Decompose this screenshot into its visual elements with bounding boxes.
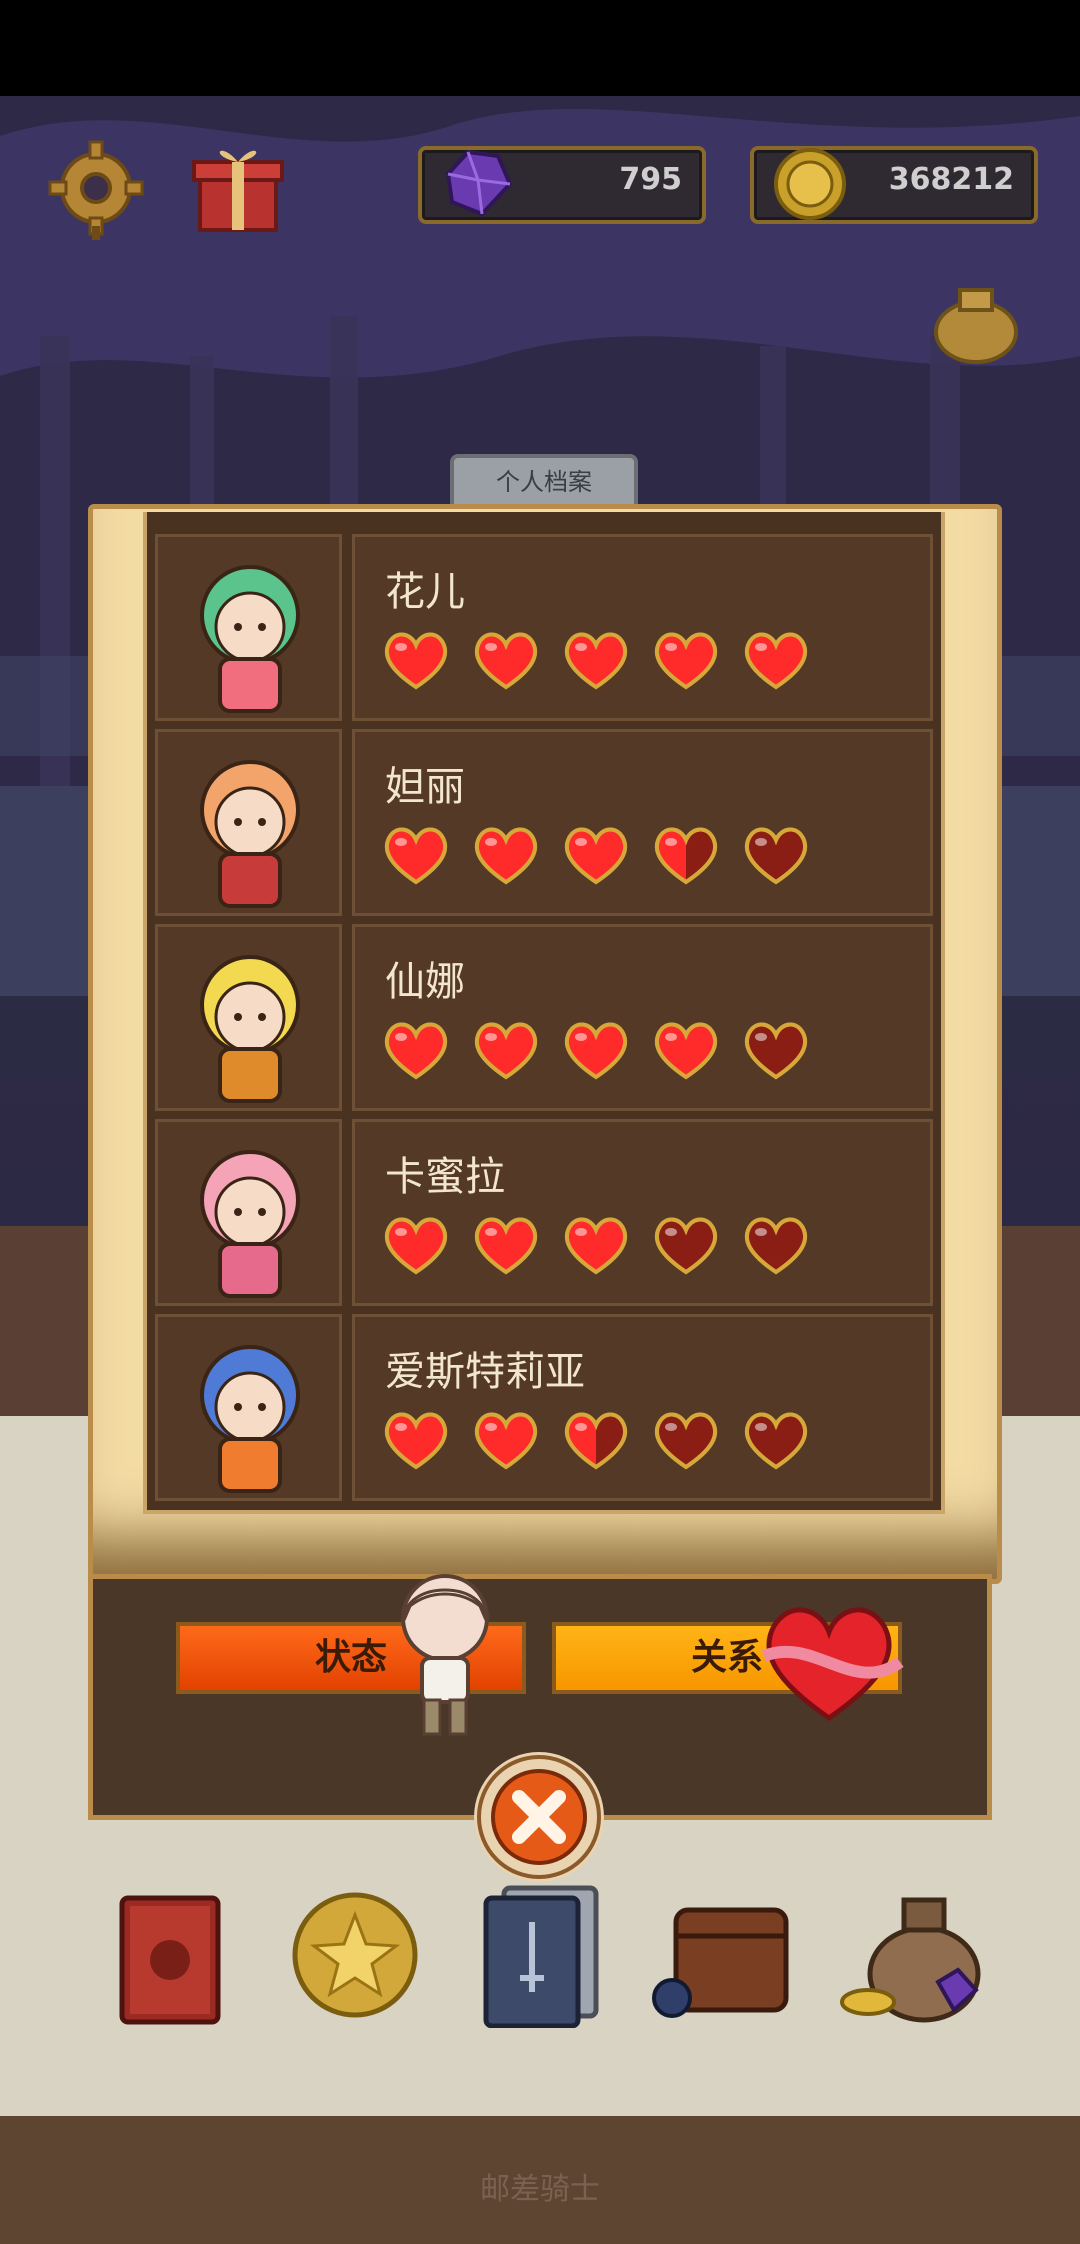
portrait-art: [200, 1345, 300, 1493]
gift-icon: [192, 150, 284, 232]
menu-book-button[interactable]: [110, 1880, 230, 2034]
satchel-icon: [652, 1907, 789, 2018]
character-list[interactable]: 花儿 妲丽 仙娜 卡蜜拉 爱斯特莉亚: [143, 512, 945, 1514]
book-icon: [119, 1895, 221, 2025]
status-bar: [0, 0, 1080, 96]
gear-icon: [48, 140, 144, 240]
list-item[interactable]: 爱斯特莉亚: [155, 1314, 933, 1501]
heart-icon: [564, 1412, 628, 1470]
menu-cards-button[interactable]: [478, 1882, 604, 2032]
heart-icon: [474, 1412, 538, 1470]
heart-icon: [384, 1412, 448, 1470]
heart-icon: [564, 1022, 628, 1080]
affection-hearts: [381, 1210, 831, 1280]
coin-bag-icon: [934, 288, 1018, 364]
heart-icon: [744, 632, 808, 690]
portrait-art: [200, 565, 300, 713]
heart-icon: [564, 827, 628, 885]
heart-icon: [474, 827, 538, 885]
list-item[interactable]: 妲丽: [155, 729, 933, 916]
character-info: 卡蜜拉: [352, 1119, 933, 1306]
character-portrait: [155, 1314, 342, 1501]
affection-hearts: [381, 625, 831, 695]
menu-coin-button[interactable]: [290, 1890, 420, 2024]
character-info: 妲丽: [352, 729, 933, 916]
money-bag-icon: [840, 1897, 981, 2023]
character-name: 花儿: [385, 569, 465, 615]
list-item[interactable]: 花儿: [155, 534, 933, 721]
character-name: 妲丽: [385, 764, 465, 810]
heart-icon: [474, 632, 538, 690]
heart-icon: [384, 1217, 448, 1275]
portrait-art: [200, 955, 300, 1103]
heart-icon: [474, 1217, 538, 1275]
heart-icon: [744, 1412, 808, 1470]
list-item[interactable]: 仙娜: [155, 924, 933, 1111]
hero-character-sprite: [390, 1570, 500, 1744]
heart-icon: [564, 632, 628, 690]
close-button[interactable]: [474, 1752, 604, 1882]
coin-bag-button[interactable]: [926, 268, 1026, 372]
heart-icon: [654, 1412, 718, 1470]
character-name: 仙娜: [385, 959, 465, 1005]
menu-shop-button[interactable]: [838, 1886, 988, 2030]
heart-icon: [654, 632, 718, 690]
heart-icon: [654, 827, 718, 885]
portrait-art: [200, 760, 300, 908]
character-portrait: [155, 534, 342, 721]
gift-button[interactable]: [190, 140, 286, 240]
gem-counter: 795: [418, 146, 706, 224]
close-icon: [477, 1755, 601, 1879]
list-item[interactable]: 卡蜜拉: [155, 1119, 933, 1306]
heart-icon: [744, 1217, 808, 1275]
heart-icon: [654, 1022, 718, 1080]
character-portrait: [155, 1119, 342, 1306]
ribbon-heart-icon: [761, 1607, 904, 1722]
gold-count: 368212: [888, 162, 1014, 197]
character-info: 仙娜: [352, 924, 933, 1111]
heart-icon: [384, 827, 448, 885]
heart-icon: [744, 827, 808, 885]
character-name: 卡蜜拉: [385, 1154, 505, 1200]
character-portrait: [155, 729, 342, 916]
settings-gear-button[interactable]: [48, 140, 144, 244]
heart-icon: [384, 1022, 448, 1080]
character-info: 花儿: [352, 534, 933, 721]
affection-hearts: [381, 820, 831, 890]
heart-icon: [564, 1217, 628, 1275]
heart-icon: [474, 1022, 538, 1080]
gold-counter: 368212: [750, 146, 1038, 224]
portrait-art: [200, 1150, 300, 1298]
affection-hearts: [381, 1405, 831, 1475]
affection-hearts: [381, 1015, 831, 1085]
relation-heart-emblem: [754, 1596, 904, 1730]
card-deck-icon: [483, 1885, 599, 2029]
gold-coin-icon: [774, 148, 846, 220]
gem-count: 795: [619, 162, 682, 197]
heart-icon: [384, 632, 448, 690]
hero-sprite-icon: [401, 1574, 489, 1736]
character-name: 爱斯特莉亚: [385, 1349, 585, 1395]
gem-icon: [445, 149, 513, 217]
heart-icon: [654, 1217, 718, 1275]
character-info: 爱斯特莉亚: [352, 1314, 933, 1501]
heart-icon: [744, 1022, 808, 1080]
menu-inventory-button[interactable]: [650, 1880, 800, 2034]
character-portrait: [155, 924, 342, 1111]
game-title: 邮差骑士: [480, 2172, 600, 2207]
star-coin-icon: [292, 1892, 418, 2018]
